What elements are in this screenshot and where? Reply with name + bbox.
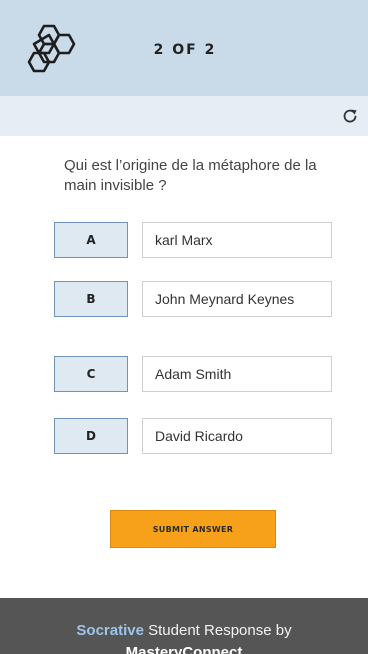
question-text: Qui est l’origine de la métaphore de la …: [64, 157, 317, 194]
choice-letter[interactable]: A: [54, 222, 128, 258]
choice-a[interactable]: A karl Marx: [54, 222, 334, 258]
choice-d[interactable]: D David Ricardo: [54, 418, 334, 454]
choice-text[interactable]: David Ricardo: [142, 418, 332, 454]
footer-owner[interactable]: MasteryConnect: [126, 644, 243, 654]
header-bar: 2 OF 2: [0, 0, 368, 96]
choice-letter[interactable]: D: [54, 418, 128, 454]
toolbar: [0, 96, 368, 136]
refresh-icon[interactable]: [340, 106, 360, 126]
choice-letter[interactable]: C: [54, 356, 128, 392]
choice-c[interactable]: C Adam Smith: [54, 356, 334, 392]
choice-text[interactable]: karl Marx: [142, 222, 332, 258]
hexagon-molecule-icon: [27, 24, 76, 73]
choice-text[interactable]: Adam Smith: [142, 356, 332, 392]
submit-answer-button[interactable]: SUBMIT ANSWER: [110, 510, 276, 548]
question-progress: 2 OF 2: [153, 42, 217, 58]
footer-text: Student Response by: [143, 622, 292, 639]
footer-brand[interactable]: Socrative: [76, 622, 144, 639]
footer: Socrative Student Response by MasteryCon…: [0, 598, 368, 654]
choice-b[interactable]: B John Meynard Keynes: [54, 281, 334, 317]
choice-letter[interactable]: B: [54, 281, 128, 317]
choice-text[interactable]: John Meynard Keynes: [142, 281, 332, 317]
